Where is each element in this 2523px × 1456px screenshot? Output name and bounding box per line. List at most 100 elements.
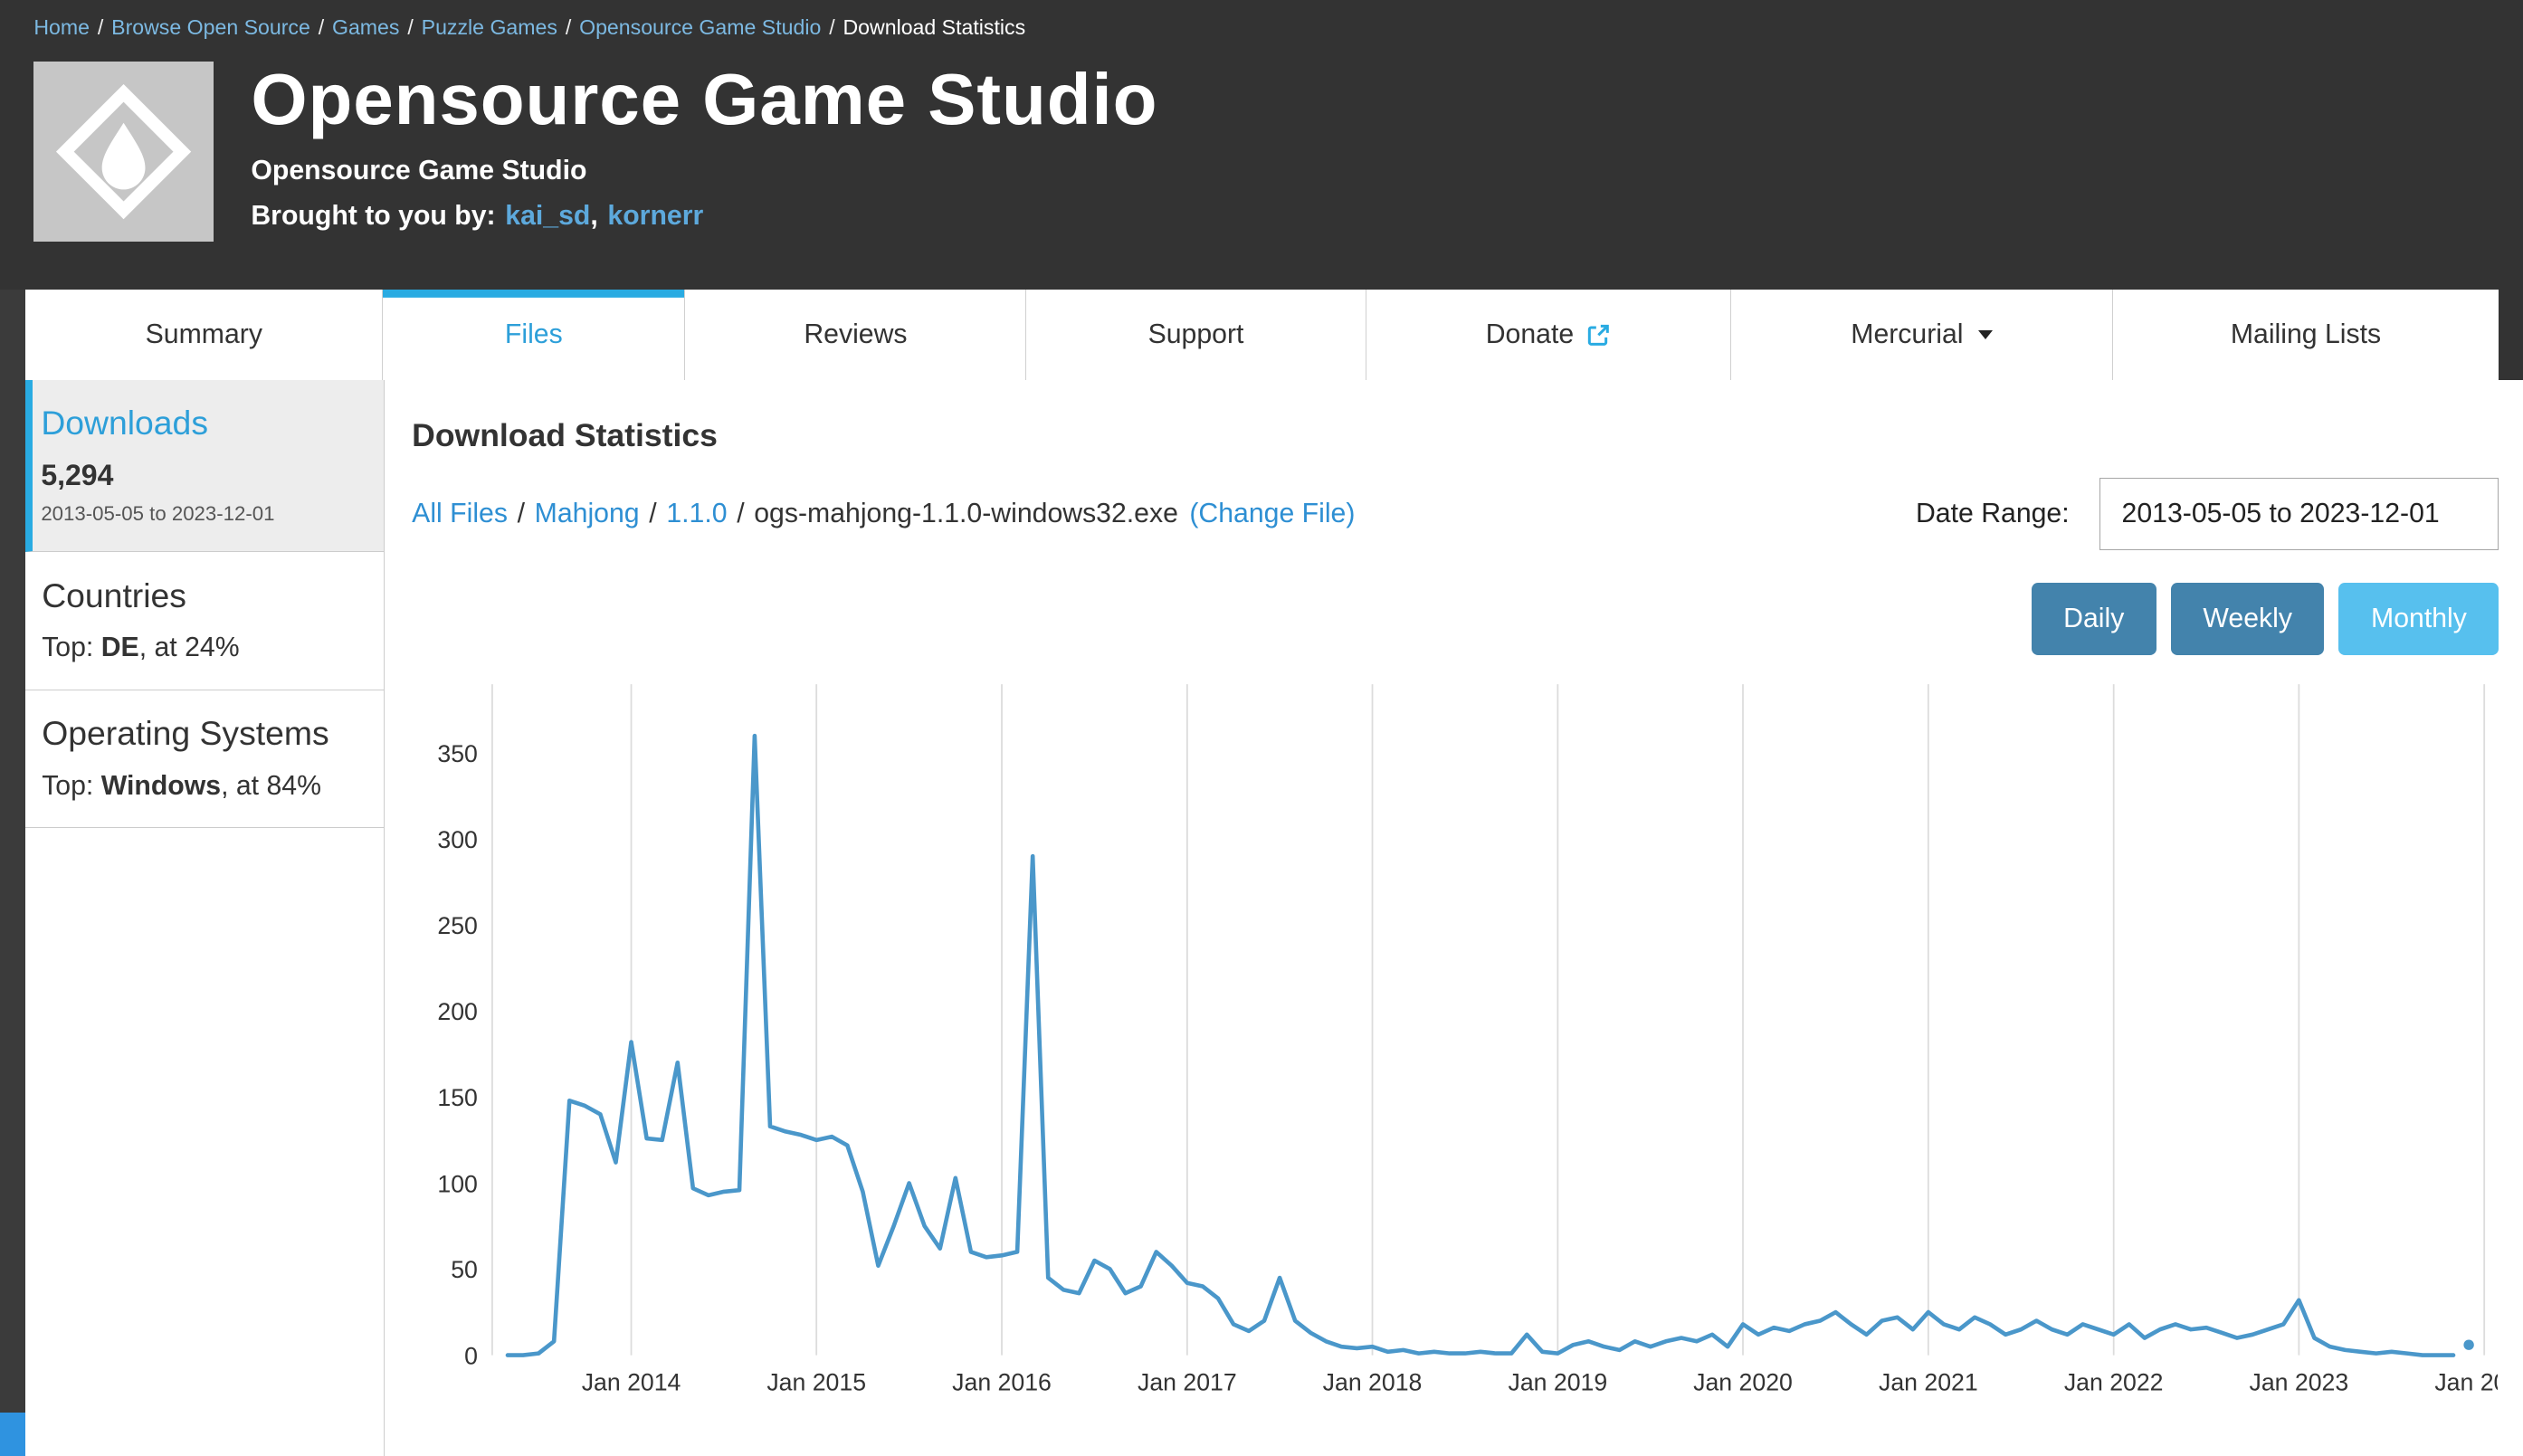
monthly-button[interactable]: Monthly (2338, 583, 2499, 655)
svg-text:250: 250 (438, 912, 478, 939)
maintainer-separator: , (590, 201, 597, 231)
project-subtitle: Opensource Game Studio (251, 156, 1157, 186)
breadcrumb-link-games[interactable]: Games (332, 15, 400, 40)
droplet-diamond-icon (33, 62, 214, 242)
sidebar-item-operating-systems[interactable]: Operating Systems Top: Windows, at 84% (25, 690, 384, 829)
breadcrumb: Home / Browse Open Source / Games / Puzz… (0, 0, 2523, 54)
date-range-group: Date Range: (1916, 478, 2499, 550)
external-link-icon (1586, 323, 1611, 347)
countries-top-stat: Top: DE, at 24% (42, 633, 364, 663)
file-path-mahjong-link[interactable]: Mahjong (535, 499, 640, 528)
date-range-input[interactable] (2099, 478, 2499, 550)
tab-mailing-lists[interactable]: Mailing Lists (2113, 290, 2499, 380)
svg-text:350: 350 (438, 740, 478, 767)
countries-top-suffix: , at 24% (139, 633, 240, 662)
tab-bar: Summary Files Reviews Support Donate Mer… (0, 290, 2523, 380)
breadcrumb-link-puzzle-games[interactable]: Puzzle Games (422, 15, 557, 40)
page-title: Download Statistics (412, 417, 2499, 454)
project-header: Opensource Game Studio Opensource Game S… (0, 54, 2523, 290)
tab-files[interactable]: Files (383, 290, 685, 380)
tab-summary-label: Summary (146, 319, 262, 350)
granularity-buttons: Daily Weekly Monthly (412, 583, 2499, 655)
tab-mercurial[interactable]: Mercurial (1731, 290, 2112, 380)
downloads-total-count: 5,294 (41, 459, 364, 492)
sidebar-os-title: Operating Systems (42, 714, 364, 753)
svg-text:Jan 2022: Jan 2022 (2064, 1368, 2164, 1395)
file-path-separator: / (737, 499, 744, 528)
breadcrumb-separator: / (98, 15, 103, 40)
os-top-suffix: , at 84% (221, 771, 321, 801)
svg-text:50: 50 (451, 1256, 478, 1283)
tab-support[interactable]: Support (1026, 290, 1366, 380)
project-title: Opensource Game Studio (251, 58, 1157, 141)
os-top-value: Windows (101, 771, 221, 801)
breadcrumb-separator: / (829, 15, 834, 40)
corner-widget[interactable] (0, 1413, 25, 1456)
file-breadcrumb: All Files / Mahjong / 1.1.0 / ogs-mahjong-1.1.… (412, 499, 1355, 529)
tab-mailing-lists-label: Mailing Lists (2231, 319, 2381, 350)
breadcrumb-link-home[interactable]: Home (33, 15, 90, 40)
breadcrumb-current: Download Statistics (843, 15, 1025, 40)
tab-files-label: Files (505, 319, 563, 350)
maintainer-link-kai-sd[interactable]: kai_sd (505, 201, 590, 231)
sidebar-item-countries[interactable]: Countries Top: DE, at 24% (25, 552, 384, 690)
date-range-label: Date Range: (1916, 499, 2070, 529)
project-byline: Brought to you by: kai_sd, kornerr (251, 201, 1157, 232)
file-path-row: All Files / Mahjong / 1.1.0 / ogs-mahjong-1.1.… (412, 478, 2499, 550)
breadcrumb-separator: / (319, 15, 324, 40)
tab-summary[interactable]: Summary (25, 290, 383, 380)
breadcrumb-link-project[interactable]: Opensource Game Studio (579, 15, 821, 40)
daily-button[interactable]: Daily (2032, 583, 2156, 655)
svg-text:Jan 2021: Jan 2021 (1879, 1368, 1978, 1395)
countries-top-value: DE (101, 633, 139, 662)
file-path-separator: / (649, 499, 656, 528)
stats-sidebar: Downloads 5,294 2013-05-05 to 2023-12-01… (25, 380, 385, 1456)
svg-text:300: 300 (438, 826, 478, 853)
file-path-separator: / (518, 499, 525, 528)
tab-reviews-label: Reviews (804, 319, 907, 350)
page-background-left-strip (0, 290, 25, 1456)
download-statistics-page: Home / Browse Open Source / Games / Puzz… (0, 0, 2523, 1456)
file-path-all-files-link[interactable]: All Files (412, 499, 508, 528)
os-top-stat: Top: Windows, at 84% (42, 771, 364, 802)
svg-text:Jan 2020: Jan 2020 (1693, 1368, 1793, 1395)
svg-text:Jan 2023: Jan 2023 (2250, 1368, 2349, 1395)
tab-donate[interactable]: Donate (1366, 290, 1732, 380)
byline-prefix: Brought to you by: (251, 201, 495, 231)
main-content: Download Statistics All Files / Mahjong / 1.… (385, 380, 2523, 1456)
sidebar-downloads-title: Downloads (41, 404, 364, 443)
sidebar-item-downloads[interactable]: Downloads 5,294 2013-05-05 to 2023-12-01 (25, 380, 384, 553)
change-file-link[interactable]: (Change File) (1189, 499, 1355, 528)
svg-text:Jan 2017: Jan 2017 (1138, 1368, 1237, 1395)
downloads-chart: Jan 2014 Jan 2015 Jan 2016 Jan 2017 Jan 2018… (412, 678, 2499, 1410)
svg-text:Jan 2019: Jan 2019 (1509, 1368, 1608, 1395)
project-logo (33, 62, 214, 242)
sidebar-countries-title: Countries (42, 576, 364, 615)
file-name: ogs-mahjong-1.1.0-windows32.exe (754, 499, 1178, 528)
svg-text:200: 200 (438, 998, 478, 1025)
svg-text:Jan 2015: Jan 2015 (767, 1368, 867, 1395)
svg-text:0: 0 (464, 1342, 478, 1369)
svg-text:150: 150 (438, 1084, 478, 1111)
downloads-date-range: 2013-05-05 to 2023-12-01 (41, 502, 364, 526)
chevron-down-icon (1978, 330, 1993, 339)
content-area: Downloads 5,294 2013-05-05 to 2023-12-01… (25, 380, 2523, 1456)
countries-top-prefix: Top: (42, 633, 101, 662)
breadcrumb-link-browse-open-source[interactable]: Browse Open Source (111, 15, 310, 40)
maintainer-link-kornerr[interactable]: kornerr (607, 201, 703, 231)
svg-text:Jan 2024: Jan 2024 (2435, 1368, 2498, 1395)
weekly-button[interactable]: Weekly (2171, 583, 2325, 655)
tab-reviews[interactable]: Reviews (685, 290, 1026, 380)
svg-text:Jan 2014: Jan 2014 (582, 1368, 681, 1395)
file-path-version-link[interactable]: 1.1.0 (666, 499, 727, 528)
tab-support-label: Support (1148, 319, 1244, 350)
svg-text:Jan 2016: Jan 2016 (952, 1368, 1052, 1395)
tab-donate-label: Donate (1486, 319, 1574, 350)
svg-text:Jan 2018: Jan 2018 (1323, 1368, 1423, 1395)
breadcrumb-separator: / (407, 15, 413, 40)
project-header-text: Opensource Game Studio Opensource Game S… (251, 54, 1157, 290)
os-top-prefix: Top: (42, 771, 101, 801)
svg-text:100: 100 (438, 1170, 478, 1197)
tab-bar-filler (2499, 290, 2523, 380)
tab-mercurial-label: Mercurial (1851, 319, 1963, 350)
